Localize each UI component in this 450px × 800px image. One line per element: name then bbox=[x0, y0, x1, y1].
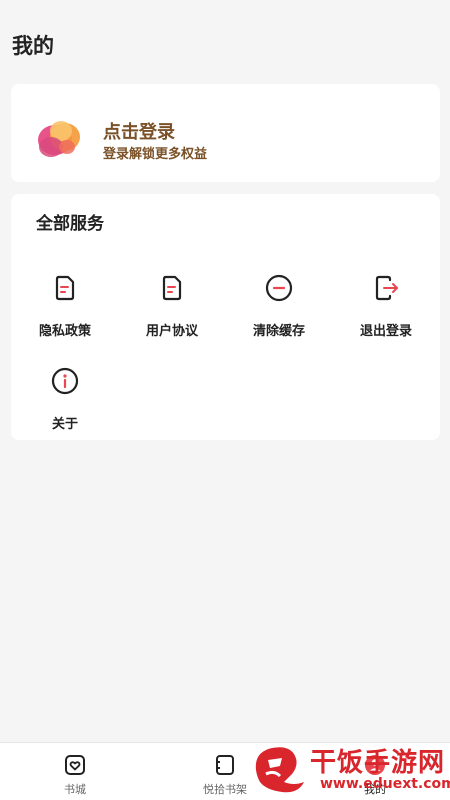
logout-icon bbox=[375, 275, 398, 301]
login-title[interactable]: 点击登录 bbox=[103, 118, 175, 144]
tab-bookstore-label: 书城 bbox=[64, 783, 86, 796]
watermark-logo-icon bbox=[255, 747, 304, 793]
about-button[interactable]: 关于 bbox=[15, 365, 115, 435]
login-subtitle: 登录解锁更多权益 bbox=[103, 147, 208, 162]
privacy-policy-button[interactable]: 隐私政策 bbox=[15, 272, 115, 342]
page-title: 我的 bbox=[12, 34, 54, 58]
tab-bookshelf-label: 悦拾书架 bbox=[203, 783, 247, 796]
clear-cache-label: 清除缓存 bbox=[252, 324, 305, 339]
logout-button[interactable]: 退出登录 bbox=[336, 272, 436, 342]
site-watermark: 干饭手游网 www.eduext.com bbox=[248, 740, 450, 798]
user-agreement-button[interactable]: 用户协议 bbox=[122, 272, 222, 342]
privacy-policy-label: 隐私政策 bbox=[38, 324, 91, 339]
user-agreement-label: 用户协议 bbox=[145, 324, 198, 339]
about-label: 关于 bbox=[51, 417, 78, 432]
watermark-url: www.eduext.com bbox=[320, 776, 450, 792]
tab-bookstore[interactable]: 书城 bbox=[20, 743, 130, 800]
info-icon bbox=[51, 367, 79, 395]
logout-label: 退出登录 bbox=[359, 324, 412, 339]
avatar-icon bbox=[38, 121, 80, 157]
minus-circle-icon bbox=[265, 274, 293, 302]
bookstore-heart-icon bbox=[65, 755, 85, 775]
watermark-name: 干饭手游网 bbox=[310, 748, 446, 778]
document-icon bbox=[55, 275, 75, 301]
document-icon bbox=[162, 275, 182, 301]
services-title: 全部服务 bbox=[36, 214, 104, 234]
login-card[interactable]: 点击登录 登录解锁更多权益 bbox=[11, 84, 440, 182]
profile-page: 我的 点击登录 登录解锁更多权益 全部服务 隐私政策 用户协议 清除缓存 退出登… bbox=[0, 0, 450, 800]
clear-cache-button[interactable]: 清除缓存 bbox=[229, 272, 329, 342]
services-card: 全部服务 隐私政策 用户协议 清除缓存 退出登录 关于 bbox=[11, 194, 440, 440]
bookshelf-icon bbox=[216, 755, 234, 775]
